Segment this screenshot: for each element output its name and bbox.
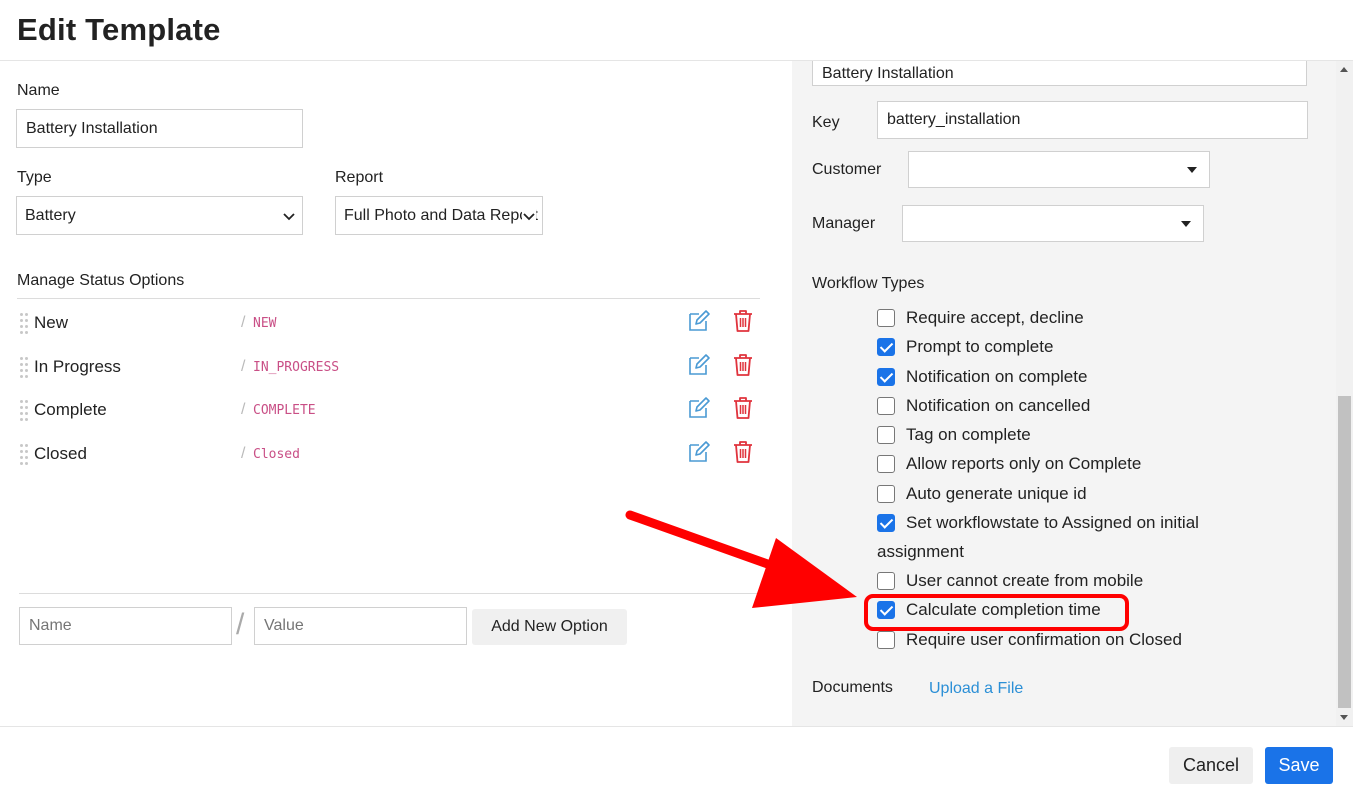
report-label: Report — [335, 169, 384, 186]
workflow-types-label: Workflow Types — [812, 275, 925, 292]
workflow-option-label: Allow reports only on Complete — [906, 454, 1142, 473]
left-panel: Name Battery Installation Type Battery R… — [0, 61, 792, 726]
right-panel: Battery Installation Key battery_install… — [792, 61, 1353, 726]
status-option-name: Complete — [34, 400, 107, 419]
workflow-option-label: Prompt to complete — [906, 337, 1054, 356]
divider — [17, 298, 760, 299]
key-label: Key — [812, 114, 840, 131]
key-input[interactable]: battery_installation — [877, 101, 1308, 139]
status-option-separator: / — [241, 314, 246, 331]
status-option-value: COMPLETE — [253, 403, 316, 418]
workflow-option-label: Auto generate unique id — [906, 484, 1087, 503]
status-option-value: IN_PROGRESS — [253, 360, 340, 375]
caret-down-icon — [1181, 220, 1191, 227]
add-new-option-button[interactable]: Add New Option — [472, 609, 627, 645]
upload-file-link[interactable]: Upload a File — [929, 680, 1023, 698]
scrollbar[interactable] — [1336, 61, 1353, 726]
workflow-option-label: Set workflowstate to Assigned on initial — [906, 513, 1199, 532]
drag-handle-icon[interactable] — [20, 357, 30, 383]
scroll-down-arrow[interactable] — [1340, 715, 1348, 720]
documents-label: Documents — [812, 679, 893, 696]
dialog-header: Edit Template — [0, 0, 1353, 61]
edit-icon[interactable] — [687, 396, 711, 420]
type-select[interactable]: Battery — [16, 196, 303, 235]
save-button[interactable]: Save — [1265, 747, 1333, 784]
edit-icon[interactable] — [687, 353, 711, 377]
status-section-label: Manage Status Options — [17, 272, 185, 289]
name-label: Name — [17, 82, 60, 99]
scroll-up-arrow[interactable] — [1340, 67, 1348, 72]
page-title: Edit Template — [17, 12, 221, 47]
caret-down-icon — [1187, 166, 1197, 173]
new-option-value-input[interactable] — [254, 607, 467, 645]
workflow-option-label: Tag on complete — [906, 425, 1031, 444]
scroll-thumb[interactable] — [1338, 396, 1351, 708]
status-option-name: New — [34, 313, 69, 332]
chevron-down-icon — [283, 212, 295, 220]
drag-handle-icon[interactable] — [20, 313, 30, 339]
status-option-name: In Progress — [34, 357, 121, 376]
status-option-value: NEW — [253, 316, 277, 331]
trash-icon[interactable] — [732, 353, 754, 377]
dialog-footer: Cancel Save — [0, 726, 1353, 802]
edit-icon[interactable] — [687, 309, 711, 333]
cancel-button[interactable]: Cancel — [1169, 747, 1253, 784]
checkbox[interactable] — [877, 485, 895, 503]
workflow-option-label: Calculate completion time — [906, 600, 1101, 619]
customer-label: Customer — [812, 161, 882, 178]
checkbox[interactable] — [877, 426, 895, 444]
status-option-separator: / — [241, 358, 246, 375]
checkbox[interactable] — [877, 309, 895, 327]
workflow-option-label: Require accept, decline — [906, 308, 1084, 327]
trash-icon[interactable] — [732, 440, 754, 464]
chevron-down-icon — [522, 208, 536, 223]
manager-label: Manager — [812, 215, 876, 232]
customer-select[interactable] — [908, 151, 1210, 188]
divider — [19, 593, 762, 594]
workflow-option-label: User cannot create from mobile — [906, 571, 1144, 590]
edit-icon[interactable] — [687, 440, 711, 464]
checkbox[interactable] — [877, 397, 895, 415]
drag-handle-icon[interactable] — [20, 444, 30, 470]
workflow-option-label-continued: assignment — [877, 542, 964, 561]
status-option-separator: / — [241, 401, 246, 418]
checkbox[interactable] — [877, 368, 895, 386]
name-input[interactable]: Battery Installation — [16, 109, 303, 148]
status-option-name: Closed — [34, 444, 87, 463]
status-option-row[interactable]: Complete / COMPLETE — [17, 396, 762, 436]
report-select[interactable]: Full Photo and Data Report — [335, 196, 543, 235]
checkbox[interactable] — [877, 514, 895, 532]
status-option-row[interactable]: Closed / Closed — [17, 440, 762, 480]
new-option-name-input[interactable] — [19, 607, 232, 645]
status-option-separator: / — [241, 445, 246, 462]
type-label: Type — [17, 169, 52, 186]
template-title-input[interactable]: Battery Installation — [812, 61, 1307, 86]
checkbox[interactable] — [877, 338, 895, 356]
checkbox[interactable] — [877, 572, 895, 590]
workflow-option-label: Notification on complete — [906, 367, 1088, 386]
checkbox[interactable] — [877, 601, 895, 619]
trash-icon[interactable] — [732, 309, 754, 333]
manager-select[interactable] — [902, 205, 1204, 242]
workflow-option-label: Require user confirmation on Closed — [906, 630, 1182, 649]
status-option-value: Closed — [253, 447, 300, 462]
checkbox[interactable] — [877, 455, 895, 473]
workflow-option-label: Notification on cancelled — [906, 396, 1091, 415]
trash-icon[interactable] — [732, 396, 754, 420]
status-option-row[interactable]: In Progress / IN_PROGRESS — [17, 353, 762, 393]
type-select-value: Battery — [25, 206, 76, 224]
status-option-row[interactable]: New / NEW — [17, 309, 762, 349]
drag-handle-icon[interactable] — [20, 400, 30, 426]
report-select-value: Full Photo and Data Report — [344, 206, 538, 224]
new-option-separator: / — [236, 608, 245, 641]
checkbox[interactable] — [877, 631, 895, 649]
